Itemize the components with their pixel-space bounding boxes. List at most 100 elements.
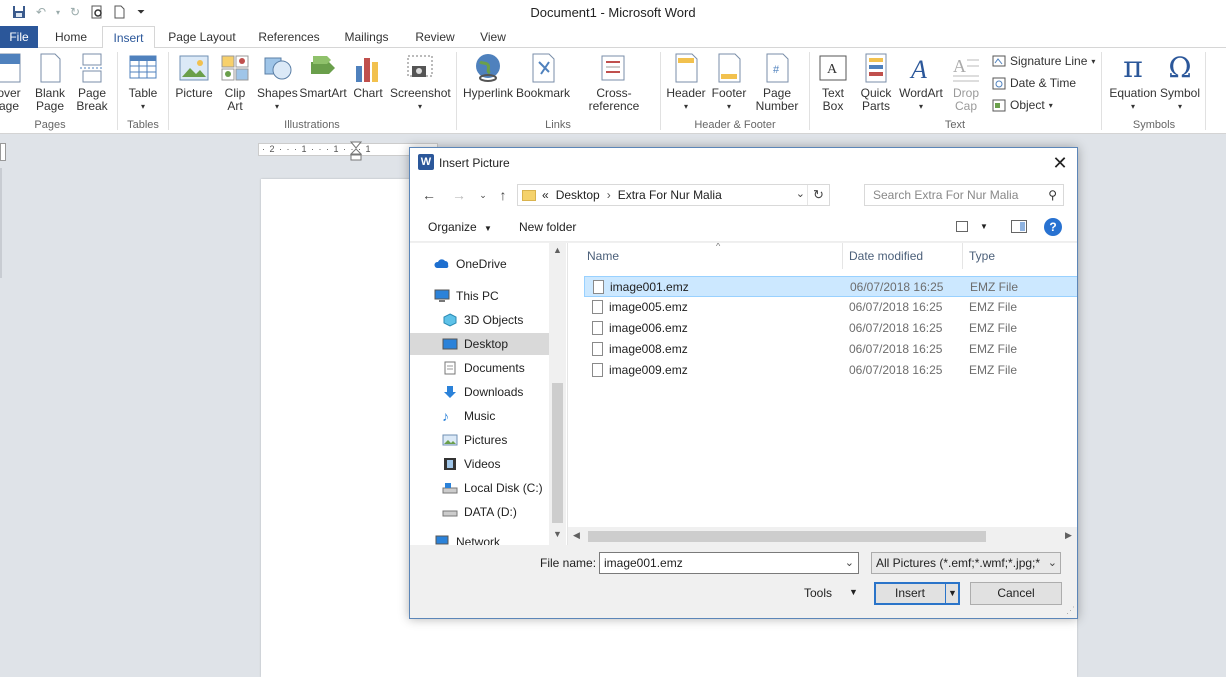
organize-dropdown-icon: ▼ <box>484 224 492 233</box>
file-row[interactable]: image005.emz 06/07/2018 16:25 EMZ File <box>584 297 1077 318</box>
file-row[interactable]: image001.emz 06/07/2018 16:25 EMZ File <box>584 276 1077 297</box>
signature-line-button[interactable]: Signature Line ▾ <box>992 51 1095 71</box>
insert-dropdown-icon[interactable]: ▼ <box>948 584 957 603</box>
tools-button[interactable]: Tools <box>804 586 832 600</box>
nav-item-onedrive[interactable]: OneDrive <box>410 253 549 275</box>
window-title: Document1 - Microsoft Word <box>530 5 696 20</box>
cover-page-button[interactable]: over age <box>0 52 24 113</box>
column-header-type[interactable]: Type <box>963 243 1077 269</box>
tab-review[interactable]: Review <box>410 26 460 48</box>
column-header-date[interactable]: Date modified <box>843 243 963 269</box>
desktop-icon <box>442 337 458 351</box>
tab-insert[interactable]: Insert <box>102 26 155 49</box>
nav-item-3d-objects[interactable]: 3D Objects <box>410 309 549 331</box>
refresh-icon[interactable]: ↻ <box>807 185 829 205</box>
nav-item-downloads[interactable]: Downloads <box>410 381 549 403</box>
column-header-name[interactable]: Name <box>581 243 843 269</box>
insert-button[interactable]: Insert ▼ <box>874 582 960 605</box>
svg-text:A: A <box>953 56 966 76</box>
cross-reference-button[interactable]: Cross-reference <box>573 52 655 113</box>
footer-button[interactable]: Footer ▾ <box>708 52 750 113</box>
change-view-icon[interactable] <box>956 221 968 232</box>
file-row[interactable]: image009.emz 06/07/2018 16:25 EMZ File <box>584 360 1077 381</box>
picture-button[interactable]: Picture <box>174 52 214 100</box>
page-break-button[interactable]: Page Break <box>75 52 109 113</box>
nav-item-desktop[interactable]: Desktop <box>410 333 549 355</box>
file-row[interactable]: image008.emz 06/07/2018 16:25 EMZ File <box>584 339 1077 360</box>
screenshot-button[interactable]: Screenshot ▾ <box>390 52 451 113</box>
tab-page-layout[interactable]: Page Layout <box>165 26 239 48</box>
file-name-dropdown-icon[interactable]: ⌄ <box>845 553 854 573</box>
clip-art-button[interactable]: Clip Art <box>219 52 251 113</box>
wordart-button[interactable]: A WordArt ▾ <box>897 52 945 113</box>
up-arrow-icon[interactable]: ↑ <box>494 186 512 204</box>
smartart-button[interactable]: SmartArt <box>299 52 347 100</box>
close-icon[interactable]: ✕ <box>1049 152 1071 174</box>
group-separator <box>809 52 810 130</box>
scroll-up-icon[interactable]: ▲ <box>549 245 566 255</box>
recent-locations-icon[interactable]: ⌄ <box>474 186 492 204</box>
organize-button[interactable]: Organize ▼ <box>428 220 492 234</box>
back-arrow-icon[interactable]: ← <box>420 186 438 204</box>
table-button[interactable]: Table ▾ <box>125 52 161 113</box>
group-label-tables: Tables <box>127 119 159 131</box>
shapes-button[interactable]: Shapes ▾ <box>257 52 298 113</box>
scroll-left-icon[interactable]: ◀ <box>568 530 585 541</box>
navigation-bar: ← → ⌄ ↑ « Desktop › Extra For Nur Malia … <box>410 178 1077 212</box>
nav-item-data-drive[interactable]: DATA (D:) <box>410 501 549 523</box>
page-number-button[interactable]: # Page Number <box>750 52 804 113</box>
ruler-indent-marker[interactable] <box>349 141 363 161</box>
equation-button[interactable]: π Equation ▾ <box>1106 52 1160 113</box>
hyperlink-button[interactable]: Hyperlink <box>462 52 514 100</box>
preview-pane-icon[interactable] <box>1011 220 1027 233</box>
view-dropdown-icon[interactable]: ▼ <box>980 222 988 231</box>
address-dropdown-icon[interactable]: ⌄ <box>796 187 805 200</box>
tab-view[interactable]: View <box>472 26 514 48</box>
tools-dropdown-icon[interactable]: ▼ <box>849 587 858 597</box>
signature-line-icon <box>992 54 1006 68</box>
group-separator <box>1205 52 1206 130</box>
resize-grip-icon[interactable]: ⋰ <box>1066 605 1075 616</box>
text-box-button[interactable]: A Text Box <box>815 52 851 113</box>
dialog-toolbar: Organize ▼ New folder ▼ ? <box>410 212 1077 242</box>
nav-item-music[interactable]: ♪ Music <box>410 405 549 427</box>
object-button[interactable]: Object ▾ <box>992 95 1053 115</box>
bookmark-button[interactable]: Bookmark <box>515 52 571 100</box>
nav-item-local-disk[interactable]: Local Disk (C:) <box>410 477 549 499</box>
nav-item-network[interactable]: Network <box>410 531 549 545</box>
file-row[interactable]: image006.emz 06/07/2018 16:25 EMZ File <box>584 318 1077 339</box>
tab-references[interactable]: References <box>253 26 325 48</box>
new-folder-button[interactable]: New folder <box>519 220 576 234</box>
file-name-input[interactable]: image001.emz ⌄ <box>599 552 859 574</box>
forward-arrow-icon[interactable]: → <box>450 186 468 204</box>
address-bar[interactable]: « Desktop › Extra For Nur Malia ⌄ ↻ <box>517 184 830 206</box>
nav-item-this-pc[interactable]: This PC <box>410 285 549 307</box>
tab-file[interactable]: File <box>0 26 38 48</box>
scroll-right-icon[interactable]: ▶ <box>1060 530 1077 541</box>
file-type-select[interactable]: All Pictures (*.emf;*.wmf;*.jpg;* ⌄ <box>871 552 1061 574</box>
table-icon <box>127 52 159 84</box>
group-separator <box>456 52 457 130</box>
tab-mailings[interactable]: Mailings <box>338 26 395 48</box>
blank-page-button[interactable]: Blank Page <box>33 52 67 113</box>
nav-scrollbar-thumb[interactable] <box>552 383 563 523</box>
nav-item-pictures[interactable]: Pictures <box>410 429 549 451</box>
horizontal-scrollbar-thumb[interactable] <box>588 531 986 542</box>
breadcrumb-folder[interactable]: Extra For Nur Malia <box>618 188 722 202</box>
help-icon[interactable]: ? <box>1044 218 1062 236</box>
symbol-button[interactable]: Ω Symbol ▾ <box>1160 52 1200 113</box>
chart-button[interactable]: Chart <box>350 52 386 100</box>
search-input[interactable]: Search Extra For Nur Malia ⚲ <box>864 184 1064 206</box>
scroll-down-icon[interactable]: ▼ <box>549 529 566 539</box>
tab-home[interactable]: Home <box>48 26 94 48</box>
horizontal-scrollbar[interactable]: ◀ ▶ <box>568 527 1077 545</box>
date-time-button[interactable]: Date & Time <box>992 73 1076 93</box>
quick-parts-button[interactable]: Quick Parts <box>856 52 896 113</box>
nav-item-videos[interactable]: Videos <box>410 453 549 475</box>
header-button[interactable]: Header ▾ <box>664 52 708 113</box>
drop-cap-button[interactable]: A Drop Cap <box>946 52 986 113</box>
cancel-button[interactable]: Cancel <box>970 582 1062 605</box>
nav-scrollbar[interactable]: ▲ ▼ <box>549 243 566 545</box>
breadcrumb-desktop[interactable]: Desktop <box>556 188 600 202</box>
nav-item-documents[interactable]: Documents <box>410 357 549 379</box>
